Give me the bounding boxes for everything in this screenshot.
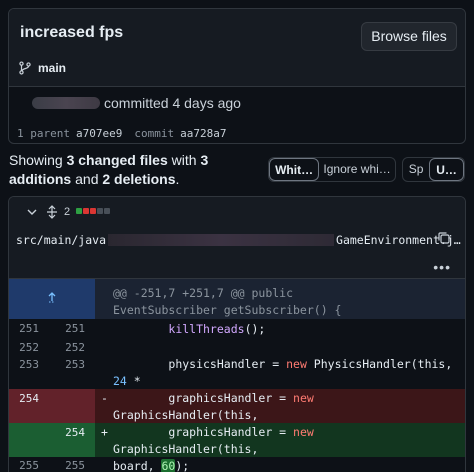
- summary-changed-files: 3 changed files: [66, 152, 168, 168]
- code-line: killThreads();: [168, 322, 266, 336]
- new-line-number[interactable]: 253: [55, 358, 85, 371]
- expand-up-icon: [48, 292, 56, 303]
- ignore-whitespace-option[interactable]: Ignore whi…: [319, 158, 395, 181]
- new-line-number[interactable]: 251: [55, 322, 85, 335]
- diff-line: 251 251 killThreads();: [9, 321, 465, 338]
- whitespace-toggle: Whit… Ignore whi…: [268, 157, 396, 182]
- commit-label: commit: [134, 127, 175, 140]
- new-line-number[interactable]: 254: [55, 426, 85, 439]
- commit-sha: aa728a7: [180, 127, 227, 140]
- diff-view-toggle: Sp U…: [402, 157, 465, 182]
- unified-view-option[interactable]: U…: [429, 158, 464, 181]
- diffstat-block: [83, 208, 89, 214]
- summary-deletions: 2 deletions: [102, 171, 176, 187]
- diffstat-block: [76, 208, 82, 214]
- file-path-redacted: [108, 234, 335, 246]
- diff-line: 253 253 physicsHandler = new PhysicsHand…: [9, 355, 465, 405]
- author-row: committed 4 days ago: [32, 94, 241, 112]
- file-diff: 2 src/main/java GameEnvironment.j… ••• @…: [8, 196, 466, 472]
- chevron-down-icon[interactable]: [26, 206, 38, 218]
- commit-title: increased fps: [20, 24, 124, 41]
- sha-row: 1 parent a707ee9 commit aa728a7: [17, 127, 226, 140]
- branch-name[interactable]: main: [38, 61, 66, 75]
- kebab-menu-icon[interactable]: •••: [433, 259, 451, 275]
- addition-marker: +: [101, 425, 108, 439]
- commit-header: increased fps Browse files main committe…: [8, 8, 466, 144]
- expand-all-icon[interactable]: [45, 205, 59, 219]
- new-line-number[interactable]: 252: [55, 341, 85, 354]
- old-line-number[interactable]: 253: [9, 358, 39, 371]
- author-name-redacted[interactable]: [32, 97, 100, 109]
- branch-icon: [19, 61, 31, 75]
- parent-sha-link[interactable]: a707ee9: [76, 127, 122, 140]
- diff-line: 255 255: [9, 457, 465, 472]
- diffstat-block: [104, 208, 110, 214]
- diff-line: 252 252: [9, 338, 465, 355]
- branch-indicator[interactable]: main: [18, 59, 66, 77]
- expand-up-button[interactable]: [9, 279, 95, 319]
- parent-label: 1 parent: [17, 127, 70, 140]
- summary-showing: Showing: [9, 152, 63, 168]
- diffstat-block: [90, 208, 96, 214]
- diffstat-block: [97, 208, 103, 214]
- diff-summary: Showing 3 changed files with 3 additions…: [9, 151, 259, 189]
- new-line-number[interactable]: 255: [55, 459, 85, 472]
- commit-title-bar: increased fps Browse files main: [9, 9, 465, 87]
- file-header: 2 src/main/java GameEnvironment.j… •••: [9, 197, 465, 279]
- old-line-number[interactable]: 255: [9, 459, 39, 472]
- hunk-header: @@ -251,7 +251,7 @@ public EventSubscrib…: [9, 279, 465, 319]
- diffstat-blocks: [76, 208, 110, 214]
- change-count: 2: [64, 206, 71, 218]
- deletion-marker: -: [101, 391, 108, 405]
- summary-with: with: [171, 152, 197, 168]
- old-line-number[interactable]: 254: [9, 392, 39, 405]
- browse-files-button[interactable]: Browse files: [361, 22, 457, 51]
- file-path-prefix: src/main/java: [16, 233, 107, 247]
- split-view-option[interactable]: Sp: [403, 158, 429, 181]
- commit-time: committed 4 days ago: [104, 95, 241, 111]
- copy-icon[interactable]: [437, 231, 451, 245]
- deleted-line: 254 - graphicsHandler = new GraphicsHand…: [9, 389, 465, 439]
- summary-period: .: [175, 171, 180, 187]
- summary-and: and: [75, 171, 99, 187]
- old-line-number[interactable]: 251: [9, 322, 39, 335]
- added-line: 254 + graphicsHandler = new GraphicsHand…: [9, 423, 465, 472]
- old-line-number[interactable]: 252: [9, 341, 39, 354]
- hunk-header-text: @@ -251,7 +251,7 @@ public EventSubscrib…: [113, 286, 342, 317]
- file-path[interactable]: src/main/java GameEnvironment.j…: [16, 233, 461, 247]
- whitespace-option[interactable]: Whit…: [269, 158, 320, 181]
